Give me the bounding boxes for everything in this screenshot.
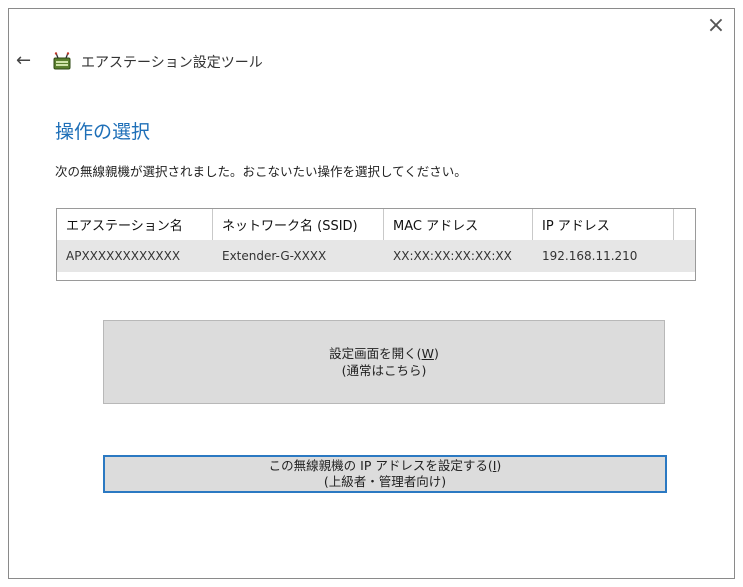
- open-settings-label: 設定画面を開く(W): [329, 346, 439, 361]
- table-header-row: エアステーション名 ネットワーク名 (SSID) MAC アドレス IP アドレ…: [57, 209, 695, 240]
- column-header-ip[interactable]: IP アドレス: [533, 209, 674, 240]
- open-settings-sublabel: (通常はこちら): [341, 363, 427, 378]
- device-table: エアステーション名 ネットワーク名 (SSID) MAC アドレス IP アドレ…: [56, 208, 696, 281]
- app-title: エアステーション設定ツール: [81, 55, 263, 71]
- router-icon: [53, 52, 71, 70]
- back-button[interactable]: ←: [16, 51, 36, 71]
- page-title: 操作の選択: [55, 121, 151, 143]
- open-settings-button[interactable]: 設定画面を開く(W) (通常はこちら): [103, 320, 665, 404]
- dialog-window: × ← エアステーション設定ツール 操作の選択 次の無線親機が選択されました。お…: [8, 8, 735, 579]
- column-header-empty: [674, 209, 695, 240]
- cell-station-name: APXXXXXXXXXXXX: [66, 249, 181, 263]
- set-ip-label: この無線親機の IP アドレスを設定する(I): [268, 458, 502, 473]
- cell-mac: XX:XX:XX:XX:XX:XX: [393, 249, 512, 263]
- cell-ssid: Extender-G-XXXX: [222, 249, 327, 263]
- accelerator-key: W: [421, 346, 434, 361]
- table-row[interactable]: APXXXXXXXXXXXX Extender-G-XXXX XX:XX:XX:…: [57, 240, 695, 272]
- column-header-station-name[interactable]: エアステーション名: [57, 209, 213, 240]
- column-header-ssid[interactable]: ネットワーク名 (SSID): [213, 209, 384, 240]
- close-button[interactable]: ×: [704, 15, 728, 39]
- set-ip-sublabel: (上級者・管理者向け): [323, 474, 447, 489]
- cell-empty: [674, 240, 695, 272]
- column-header-mac[interactable]: MAC アドレス: [384, 209, 533, 240]
- cell-ip: 192.168.11.210: [542, 249, 638, 263]
- instruction-text: 次の無線親機が選択されました。おこないたい操作を選択してください。: [55, 164, 467, 179]
- set-ip-address-button[interactable]: この無線親機の IP アドレスを設定する(I) (上級者・管理者向け): [103, 455, 667, 493]
